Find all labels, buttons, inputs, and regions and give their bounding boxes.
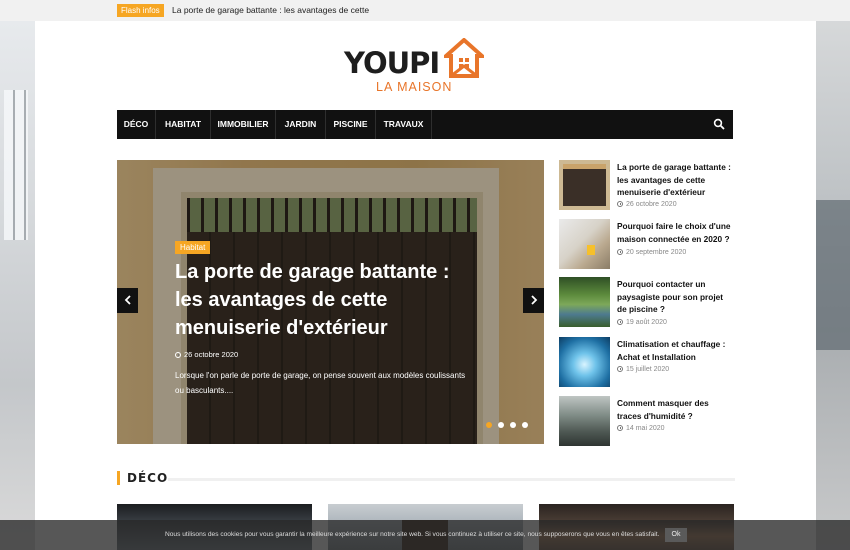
post-title[interactable]: Pourquoi contacter un paysagiste pour so… (617, 278, 735, 316)
post-date-text: 15 juillet 2020 (626, 366, 670, 373)
post-date: 15 juillet 2020 (617, 365, 669, 375)
post-title[interactable]: Comment masquer des traces d'humidité ? (617, 397, 735, 422)
post-thumbnail[interactable] (559, 160, 610, 210)
post-thumbnail[interactable] (559, 337, 610, 387)
flash-bar: Flash infos La porte de garage battante … (0, 0, 850, 21)
list-item[interactable]: Pourquoi contacter un paysagiste pour so… (559, 277, 735, 327)
list-item[interactable]: Comment masquer des traces d'humidité ? … (559, 396, 735, 446)
site-logo[interactable]: YOUPI LA MAISON (344, 38, 494, 96)
post-date: 14 mai 2020 (617, 424, 665, 434)
clock-icon (617, 319, 623, 325)
background-right (816, 0, 850, 550)
slide-date-text: 26 octobre 2020 (184, 350, 239, 359)
cookie-accept-button[interactable]: Ok (665, 528, 687, 542)
nav-item-habitat[interactable]: HABITAT (156, 110, 211, 139)
post-date: 26 octobre 2020 (617, 200, 677, 210)
nav-item-immobilier[interactable]: IMMOBILIER (211, 110, 276, 139)
clock-icon (617, 201, 623, 207)
clock-icon (175, 352, 181, 358)
list-item[interactable]: La porte de garage battante : les avanta… (559, 160, 735, 210)
list-item[interactable]: Climatisation et chauffage : Achat et In… (559, 337, 735, 387)
slider-dot-4[interactable] (522, 422, 528, 428)
list-item[interactable]: Pourquoi faire le choix d'une maison con… (559, 219, 735, 269)
slider-next-button[interactable] (523, 288, 544, 313)
slider-dot-1[interactable] (486, 422, 492, 428)
flash-tag: Flash infos (117, 4, 164, 17)
flash-headline-link[interactable]: La porte de garage battante : les avanta… (172, 4, 369, 17)
post-date-text: 14 mai 2020 (626, 425, 665, 432)
cookie-banner: Nous utilisons des cookies pour vous gar… (0, 520, 850, 550)
post-title[interactable]: La porte de garage battante : les avanta… (617, 161, 735, 199)
nav-item-travaux[interactable]: TRAVAUX (376, 110, 432, 139)
post-title[interactable]: Pourquoi faire le choix d'une maison con… (617, 220, 735, 245)
thumb-detail (587, 245, 595, 255)
nav-item-deco[interactable]: DÉCO (117, 110, 156, 139)
slide-title[interactable]: La porte de garage battante : les avanta… (175, 258, 475, 342)
slider-dot-2[interactable] (498, 422, 504, 428)
clock-icon (617, 366, 623, 372)
clock-icon (617, 249, 623, 255)
clock-icon (617, 425, 623, 431)
post-thumbnail[interactable] (559, 277, 610, 327)
search-icon[interactable] (713, 118, 725, 130)
chevron-right-icon (530, 295, 537, 305)
chevron-left-icon (124, 295, 131, 305)
section-divider (168, 478, 735, 481)
nav-item-jardin[interactable]: JARDIN (276, 110, 326, 139)
post-thumbnail[interactable] (559, 219, 610, 269)
section-title: DÉCO (127, 471, 169, 485)
main-nav: DÉCO HABITAT IMMOBILIER JARDIN PISCINE T… (117, 110, 733, 139)
background-left (0, 0, 35, 550)
house-logo-icon (444, 38, 484, 78)
nav-item-piscine[interactable]: PISCINE (326, 110, 376, 139)
post-date: 20 septembre 2020 (617, 248, 686, 258)
post-title[interactable]: Climatisation et chauffage : Achat et In… (617, 338, 735, 363)
featured-slider[interactable]: Habitat La porte de garage battante : le… (117, 160, 544, 444)
slider-dot-3[interactable] (510, 422, 516, 428)
slide-date: 26 octobre 2020 (175, 350, 238, 360)
post-date-text: 26 octobre 2020 (626, 201, 677, 208)
cookie-text: Nous utilisons des cookies pour vous gar… (165, 531, 660, 538)
post-thumbnail[interactable] (559, 396, 610, 446)
logo-subtitle: LA MAISON (376, 80, 453, 94)
post-date: 19 août 2020 (617, 318, 667, 328)
slide-excerpt: Lorsque l'on parle de porte de garage, o… (175, 371, 466, 395)
section-accent-bar (117, 471, 120, 485)
post-date-text: 19 août 2020 (626, 319, 667, 326)
slide-category-badge[interactable]: Habitat (175, 241, 211, 254)
logo-word: YOUPI (344, 46, 440, 80)
slider-prev-button[interactable] (117, 288, 138, 313)
post-date-text: 20 septembre 2020 (626, 249, 687, 256)
